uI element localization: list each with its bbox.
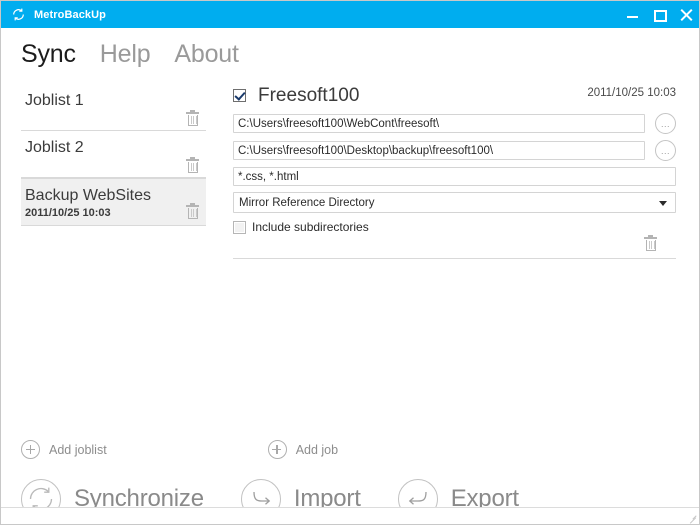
plus-circle-icon xyxy=(21,440,40,459)
sync-mode-select[interactable] xyxy=(233,192,676,213)
tab-help[interactable]: Help xyxy=(100,42,151,67)
title-bar-left: MetroBackUp xyxy=(1,7,106,22)
sync-mode-value[interactable] xyxy=(233,192,676,213)
minimize-icon[interactable] xyxy=(626,8,639,21)
window-controls xyxy=(626,1,693,28)
joblist-date: 2011/10/25 10:03 xyxy=(25,207,111,219)
list-item[interactable]: Joblist 2 xyxy=(21,131,206,178)
joblist-sidebar: Joblist 1 Joblist 2 Backup WebSites 2011… xyxy=(1,74,206,434)
source-path-input[interactable] xyxy=(233,114,645,133)
add-joblist-button[interactable]: Add joblist xyxy=(21,440,107,459)
list-item[interactable]: Joblist 1 xyxy=(21,84,206,131)
main-content: Joblist 1 Joblist 2 Backup WebSites 2011… xyxy=(1,74,699,434)
job-panel: Freesoft100 2011/10/25 10:03 ... ... xyxy=(206,74,699,434)
add-joblist-label: Add joblist xyxy=(49,442,107,457)
trash-icon[interactable] xyxy=(186,110,199,127)
target-path-input[interactable] xyxy=(233,141,645,160)
title-bar: MetroBackUp xyxy=(1,1,699,28)
checkbox-checked-icon[interactable] xyxy=(233,88,246,102)
application-window: MetroBackUp Sync Help About Joblist 1 Jo… xyxy=(0,0,700,525)
job-date: 2011/10/25 10:03 xyxy=(587,87,676,99)
job-header: Freesoft100 2011/10/25 10:03 xyxy=(233,82,676,108)
filter-row xyxy=(233,167,676,186)
tab-about[interactable]: About xyxy=(174,42,239,67)
refresh-circle-icon xyxy=(11,7,26,22)
ellipsis-button-icon[interactable]: ... xyxy=(655,140,676,161)
maximize-icon[interactable] xyxy=(653,8,667,22)
trash-icon[interactable] xyxy=(644,235,657,252)
job-card: Freesoft100 2011/10/25 10:03 ... ... xyxy=(233,82,676,259)
source-path-row: ... xyxy=(233,113,676,134)
add-job-label: Add job xyxy=(295,442,339,457)
include-subdirectories-row[interactable]: Include subdirectories xyxy=(233,220,676,234)
trash-icon[interactable] xyxy=(186,203,199,220)
joblist-name: Joblist 1 xyxy=(25,92,84,109)
tab-sync[interactable]: Sync xyxy=(21,42,76,67)
status-bar xyxy=(1,507,699,524)
target-path-row: ... xyxy=(233,140,676,161)
close-icon[interactable] xyxy=(680,8,693,21)
add-job-button[interactable]: Add job xyxy=(267,440,339,459)
plus-circle-icon xyxy=(267,440,287,459)
include-subdirectories-label: Include subdirectories xyxy=(252,220,369,234)
window-title: MetroBackUp xyxy=(34,8,107,21)
joblist-name: Backup WebSites xyxy=(25,187,151,204)
list-item[interactable]: Backup WebSites 2011/10/25 10:03 xyxy=(21,178,206,226)
resize-grip-icon[interactable] xyxy=(687,513,697,524)
joblist-name: Joblist 2 xyxy=(25,139,84,156)
add-buttons-row: Add joblist Add job xyxy=(1,440,699,459)
ellipsis-button-icon[interactable]: ... xyxy=(655,113,676,134)
tab-bar: Sync Help About xyxy=(1,28,699,74)
checkbox-unchecked-icon[interactable] xyxy=(233,220,246,234)
filter-input[interactable] xyxy=(233,167,676,186)
job-title: Freesoft100 xyxy=(258,84,360,106)
trash-icon[interactable] xyxy=(186,157,199,174)
